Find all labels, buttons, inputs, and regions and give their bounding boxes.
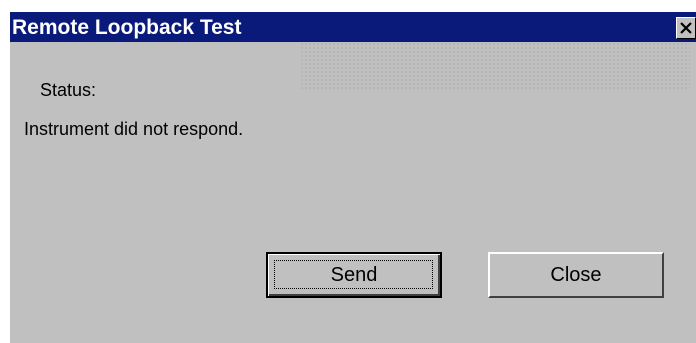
dither-artifact — [300, 42, 690, 90]
close-button-label: Close — [550, 263, 602, 286]
title-close-button[interactable] — [676, 17, 696, 39]
status-message: Instrument did not respond. — [24, 119, 244, 139]
close-button[interactable]: Close — [488, 252, 664, 298]
window-title: Remote Loopback Test — [12, 16, 242, 39]
close-icon — [680, 22, 692, 34]
send-button[interactable]: Send — [266, 252, 442, 298]
focus-rectangle — [274, 260, 433, 289]
title-bar[interactable]: Remote Loopback Test — [10, 12, 696, 42]
dialog-window: Remote Loopback Test Status: Instrument … — [10, 12, 696, 343]
status-label: Status: — [40, 80, 97, 100]
